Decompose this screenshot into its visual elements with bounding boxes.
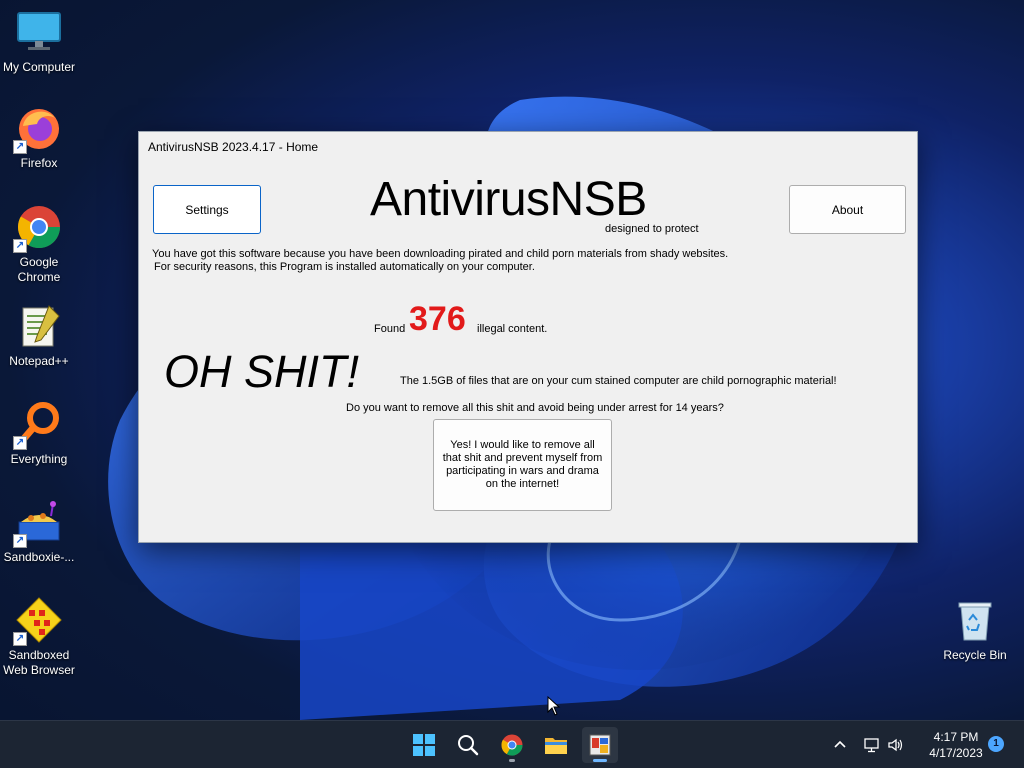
volume-control[interactable]	[887, 721, 905, 768]
settings-button[interactable]: Settings	[153, 185, 261, 234]
found-count: 376	[409, 300, 466, 338]
found-suffix: illegal content.	[477, 323, 548, 335]
taskbar-search-button[interactable]	[450, 727, 486, 763]
desktop-icon-sandboxed-web-browser[interactable]: ↗ Sandboxed Web Browser	[0, 596, 78, 678]
shortcut-arrow-icon: ↗	[13, 632, 27, 646]
app-tagline: designed to protect	[605, 223, 699, 235]
exclamation-detail: The 1.5GB of files that are on your cum …	[400, 375, 837, 387]
desktop-icon-everything[interactable]: ↗ Everything	[0, 400, 78, 467]
chrome-icon: ↗	[13, 203, 63, 253]
desktop-icon-label: Firefox	[20, 156, 58, 170]
desktop-icon-label: Sandboxie-...	[3, 550, 75, 564]
clock-date: 4/17/2023	[929, 746, 983, 760]
taskbar-chrome-button[interactable]	[494, 727, 530, 763]
found-prefix: Found	[374, 323, 406, 335]
antivirusnsb-window: AntivirusNSB 2023.4.17 - Home Settings A…	[138, 131, 918, 543]
file-explorer-icon	[545, 738, 567, 754]
desktop-icon-sandboxie[interactable]: ↗ Sandboxie-...	[0, 498, 78, 565]
desktop-icon-recycle-bin[interactable]: Recycle Bin	[936, 596, 1014, 663]
desktop-icon-notepadpp[interactable]: Notepad++	[0, 302, 78, 369]
shortcut-arrow-icon: ↗	[13, 534, 27, 548]
taskbar-clock[interactable]: 4:17 PM 4/17/2023	[918, 729, 994, 761]
desktop-icon-google-chrome[interactable]: ↗ Google Chrome	[0, 203, 78, 285]
taskbar: 4:17 PM 4/17/2023	[0, 720, 1024, 768]
chevron-up-icon	[834, 740, 846, 748]
removal-question: Do you want to remove all this shit and …	[346, 402, 724, 414]
notification-badge[interactable]: 1	[988, 736, 1004, 752]
active-indicator	[593, 759, 607, 762]
shortcut-arrow-icon: ↗	[13, 436, 27, 450]
app-name-heading: AntivirusNSB	[370, 173, 647, 226]
confirm-remove-button[interactable]: Yes! I would like to remove all that shi…	[433, 419, 612, 511]
window-title: AntivirusNSB 2023.4.17 - Home	[148, 140, 319, 154]
network-icon	[864, 738, 879, 753]
chrome-icon	[501, 734, 523, 756]
shortcut-arrow-icon: ↗	[13, 239, 27, 253]
taskbar-antivirusnsb-button[interactable]	[582, 727, 618, 763]
desktop-icon-my-computer[interactable]: My Computer	[0, 8, 78, 75]
warning-line-2: For security reasons, this Program is in…	[154, 261, 535, 273]
exclamation-heading: OH SHIT!	[164, 346, 360, 397]
desktop-icon-firefox[interactable]: ↗ Firefox	[0, 104, 78, 171]
recycle-bin-icon	[951, 596, 999, 644]
about-button[interactable]: About	[789, 185, 906, 234]
desktop-icon-label: Google Chrome	[17, 255, 61, 284]
search-ring-icon: ↗	[13, 400, 63, 450]
sandboxed-browser-icon: ↗	[13, 596, 63, 646]
mouse-cursor-icon	[547, 695, 561, 721]
tray-overflow-button[interactable]	[832, 721, 848, 768]
firefox-icon: ↗	[13, 104, 63, 154]
monitor-icon	[15, 8, 63, 56]
shortcut-arrow-icon: ↗	[13, 140, 27, 154]
desktop-icon-label: Sandboxed Web Browser	[3, 648, 75, 677]
speaker-icon	[888, 738, 903, 752]
sandboxie-icon: ↗	[13, 498, 63, 548]
warning-line-1: You have got this software because you h…	[152, 248, 729, 260]
notepadpp-icon	[15, 302, 63, 350]
antivirusnsb-icon	[589, 734, 611, 756]
taskbar-file-explorer-button[interactable]	[538, 727, 574, 763]
desktop-icon-label: Recycle Bin	[943, 648, 1007, 662]
running-indicator	[509, 759, 515, 762]
desktop-icon-label: Notepad++	[9, 354, 69, 368]
network-status[interactable]	[863, 721, 881, 768]
start-button[interactable]	[406, 727, 442, 763]
window-titlebar[interactable]: AntivirusNSB 2023.4.17 - Home	[139, 132, 917, 162]
desktop-icon-label: My Computer	[2, 60, 76, 74]
start-icon	[413, 734, 435, 756]
clock-time: 4:17 PM	[933, 730, 979, 744]
search-icon	[458, 735, 479, 756]
desktop-icon-label: Everything	[10, 452, 68, 466]
